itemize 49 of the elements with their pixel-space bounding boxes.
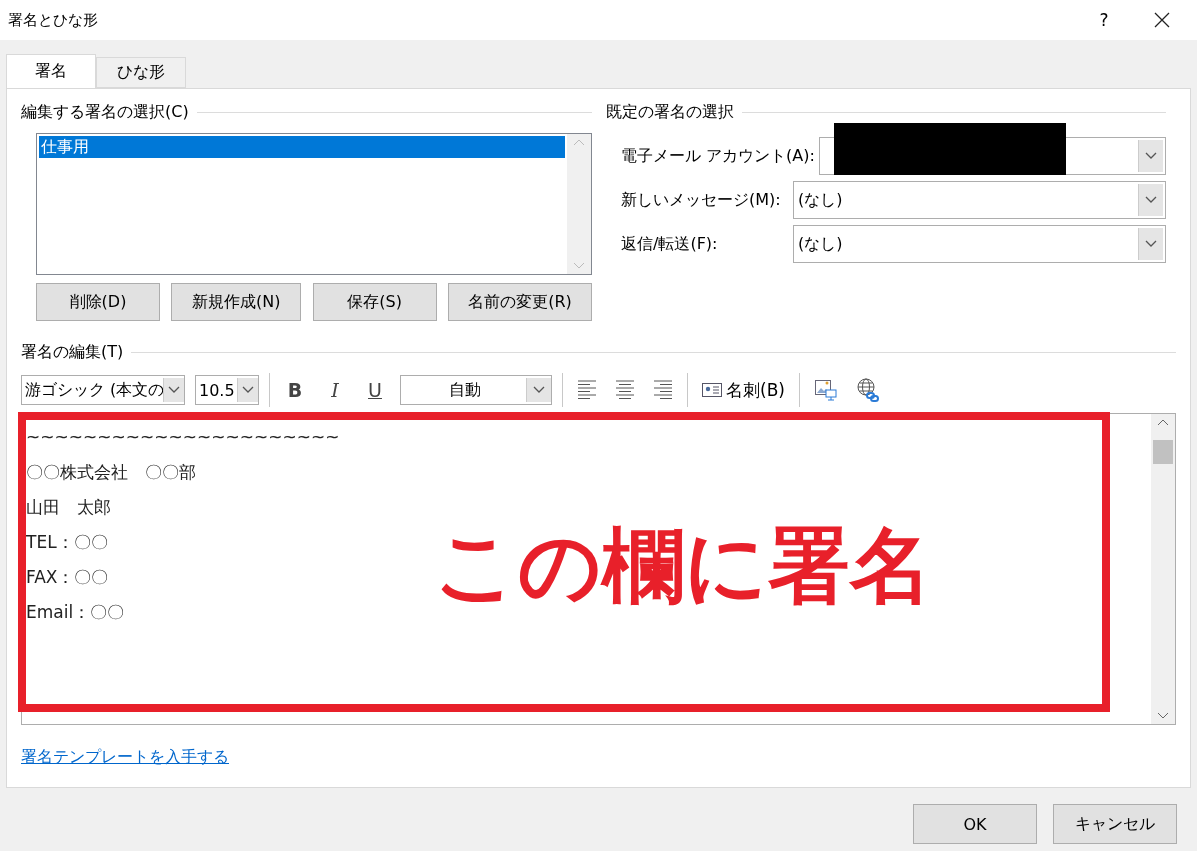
signature-line: ~~~~~~~~~~~~~~~~~~~~~~ <box>26 426 340 449</box>
action-button[interactable]: 削除(D) <box>36 283 160 321</box>
caret-icon <box>242 386 254 394</box>
scroll-down-icon[interactable] <box>1157 712 1169 720</box>
signature-line: 山田 太郎 <box>26 496 111 519</box>
scroll-up-icon[interactable] <box>1157 418 1169 426</box>
section-heading: 既定の署名の選択 <box>606 101 734 123</box>
caret-icon <box>168 386 180 394</box>
section-heading: 署名の編集(T) <box>21 341 124 363</box>
annotation-text: この欄に署名 <box>434 517 932 615</box>
help-button[interactable]: ? <box>1081 2 1127 38</box>
list-item[interactable]: 仕事用 <box>39 136 565 158</box>
italic-button[interactable]: I <box>320 378 350 402</box>
action-button[interactable]: 新規作成(N) <box>171 283 302 321</box>
section-heading: 編集する署名の選択(C) <box>21 101 189 123</box>
template-link[interactable]: 署名テンプレートを入手する <box>21 747 229 768</box>
color-dropdown[interactable]: 自動 <box>400 375 552 405</box>
caret-icon <box>1145 240 1157 248</box>
caret-icon <box>1145 152 1157 160</box>
bold-button[interactable]: B <box>280 378 310 402</box>
action-button[interactable]: 保存(S) <box>312 283 437 321</box>
scroll-thumb[interactable] <box>1153 440 1173 464</box>
action-button[interactable]: 名前の変更(R) <box>448 283 592 321</box>
close-icon <box>1154 12 1170 28</box>
window-title: 署名とひな形 <box>8 10 99 30</box>
caret-icon <box>533 386 545 394</box>
dropdown[interactable]: (なし) <box>793 181 1166 219</box>
picture-icon <box>813 378 838 402</box>
tab[interactable]: 署名 <box>6 54 96 88</box>
signature-line: FAX：〇〇 <box>26 566 109 589</box>
underline-button[interactable]: U <box>360 378 390 402</box>
dropdown[interactable]: (なし) <box>793 225 1166 263</box>
caret-icon <box>1145 196 1157 204</box>
field-label: 新しいメッセージ(M): <box>621 189 782 211</box>
tab[interactable]: ひな形 <box>96 57 186 88</box>
business-card-button[interactable]: 名刺(B) <box>698 376 789 404</box>
dialog-button[interactable]: キャンセル <box>1053 804 1177 844</box>
scrollbar[interactable] <box>1151 414 1175 724</box>
size-dropdown[interactable]: 10.5 <box>195 375 259 405</box>
signature-editor[interactable]: ~~~~~~~~~~~~~~~~~~~~~~ 〇〇株式会社 〇〇部 山田 太郎 TEL：〇〇 FAX：〇〇 Email：〇〇 この欄に署名 <box>21 413 1176 725</box>
signature-line: 〇〇株式会社 〇〇部 <box>26 461 196 484</box>
card-icon <box>702 383 722 397</box>
field-label: 電子メール アカウント(A): <box>621 145 815 167</box>
signature-line: TEL：〇〇 <box>26 531 108 554</box>
signature-line: Email：〇〇 <box>26 601 125 624</box>
font-dropdown[interactable]: 游ゴシック (本文の <box>21 375 185 405</box>
globe-link-icon <box>855 378 880 402</box>
dialog-button[interactable]: OK <box>913 804 1037 844</box>
field-label: 返信/転送(F): <box>621 233 719 255</box>
